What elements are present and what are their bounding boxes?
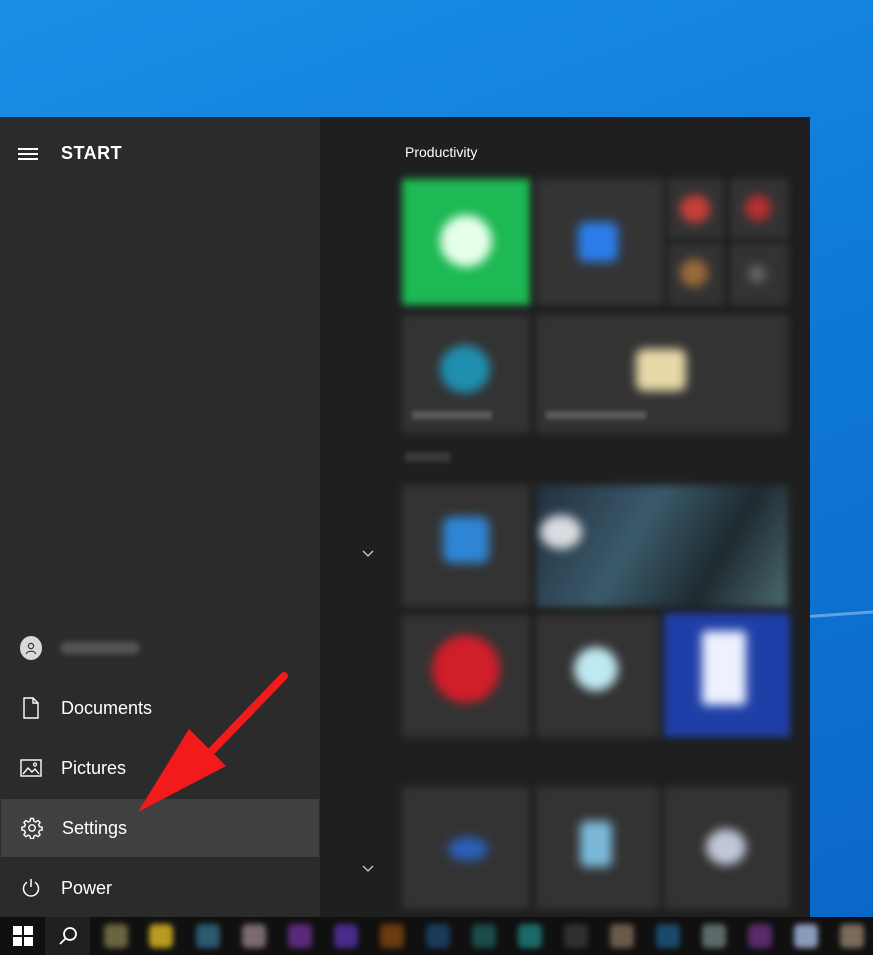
annotation-arrow	[138, 672, 288, 812]
